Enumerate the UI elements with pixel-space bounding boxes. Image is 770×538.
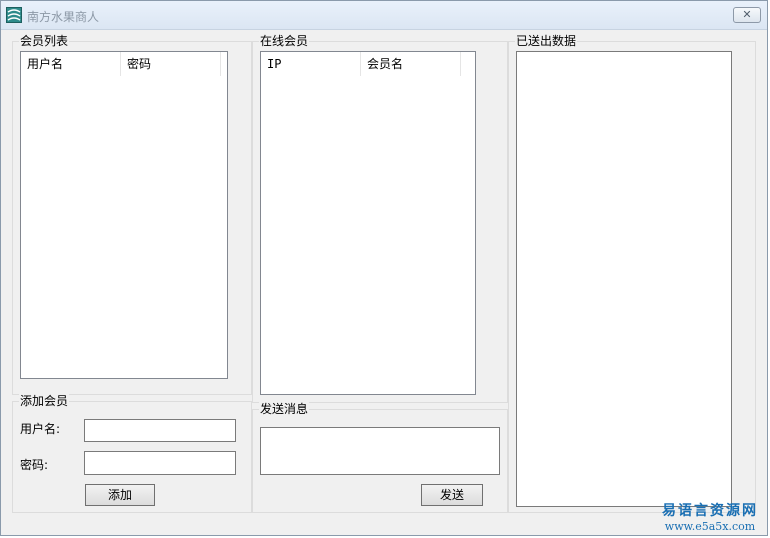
online-column-ip[interactable]: IP bbox=[261, 52, 361, 76]
password-label: 密码: bbox=[20, 458, 49, 472]
member-column-username[interactable]: 用户名 bbox=[21, 52, 121, 76]
username-field[interactable] bbox=[84, 419, 236, 442]
online-column-member-name[interactable]: 会员名 bbox=[361, 52, 461, 76]
send-button[interactable]: 发送 bbox=[421, 484, 483, 506]
online-members-list[interactable]: IP 会员名 bbox=[260, 51, 476, 395]
member-list-title: 会员列表 bbox=[19, 34, 70, 48]
app-icon bbox=[6, 7, 22, 23]
password-field[interactable] bbox=[84, 451, 236, 475]
close-button[interactable]: ✕ bbox=[733, 7, 761, 23]
window-title: 南方水果商人 bbox=[27, 10, 100, 24]
watermark: 易语言资源网 www.e5a5x.com bbox=[654, 500, 766, 533]
sent-data-title: 已送出数据 bbox=[515, 34, 578, 48]
watermark-url: www.e5a5x.com bbox=[664, 520, 756, 533]
add-button[interactable]: 添加 bbox=[85, 484, 155, 506]
main-window: 南方水果商人 ✕ 会员列表 用户名 密码 在线会员 IP 会员名 已送出数据 添… bbox=[0, 0, 768, 536]
member-column-password[interactable]: 密码 bbox=[121, 52, 221, 76]
watermark-text: 易语言资源网 bbox=[662, 503, 758, 519]
close-icon: ✕ bbox=[742, 8, 752, 21]
send-message-title: 发送消息 bbox=[259, 402, 310, 416]
username-label: 用户名: bbox=[20, 422, 61, 436]
sent-data-box[interactable] bbox=[516, 51, 732, 507]
online-members-title: 在线会员 bbox=[259, 34, 310, 48]
title-bar[interactable]: 南方水果商人 ✕ bbox=[1, 1, 767, 30]
add-member-title: 添加会员 bbox=[19, 394, 70, 408]
message-field[interactable] bbox=[260, 427, 500, 475]
member-list[interactable]: 用户名 密码 bbox=[20, 51, 228, 379]
